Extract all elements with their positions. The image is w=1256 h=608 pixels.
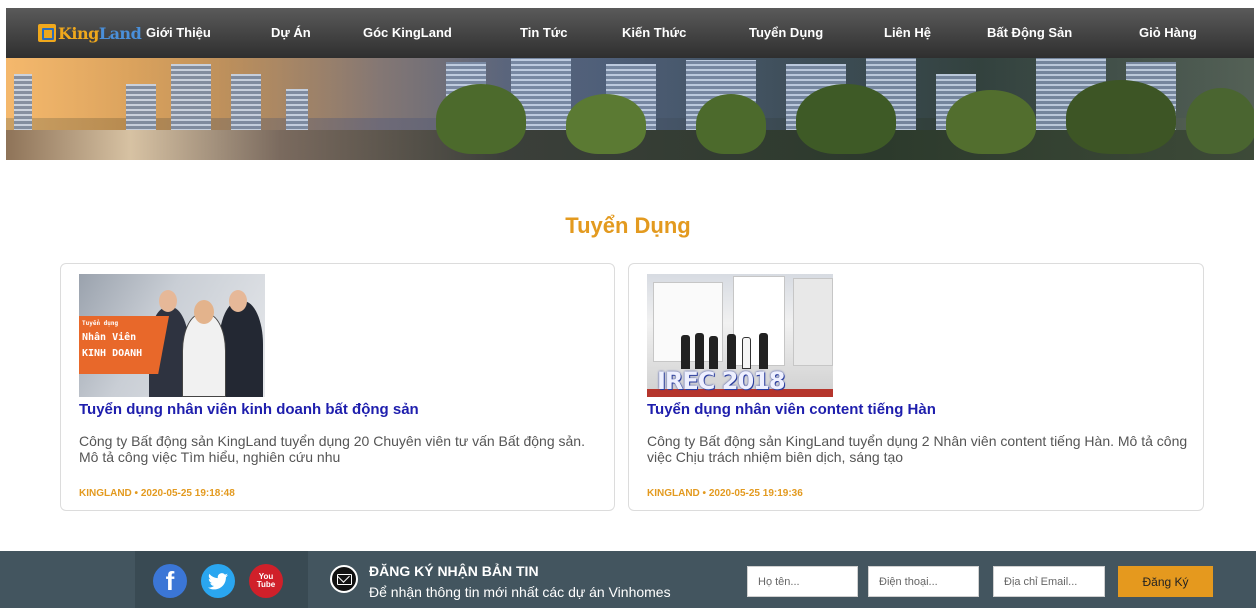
post-meta: KINGLAND • 2020-05-25 19:18:48 [79,488,235,499]
top-navigation: KingLand Giới Thiệu Dự Án Góc KingLand T… [6,8,1254,58]
banner-tree [696,94,766,154]
person-figure [742,337,751,369]
person-figure [681,335,690,369]
banner-building [14,74,32,134]
post-excerpt: Công ty Bất động sản KingLand tuyển dụng… [79,433,585,465]
post-card[interactable]: IREC 2018 Tuyển dụng nhân viên content t… [628,263,1204,511]
irec-sign: IREC 2018 [657,367,786,395]
nav-item-goc-kingland[interactable]: Góc KingLand [363,25,452,40]
person-figure [695,333,704,369]
facebook-icon[interactable]: f [153,564,187,598]
banner-tree [1186,88,1254,154]
nav-item-gio-hang[interactable]: Giỏ Hàng [1139,25,1197,40]
post-title-link[interactable]: Tuyển dụng nhân viên kinh doanh bất động… [79,401,419,418]
ribbon-line-3: KINH DOANH [82,348,143,359]
nav-item-bat-dong-san[interactable]: Bất Động Sản [987,25,1072,40]
youtube-label-line2: Tube [256,580,276,589]
person-head [229,290,247,312]
banner-tree [436,84,526,154]
person-figure [759,333,768,369]
person-figure [182,313,226,397]
logo-mark-icon [38,24,56,42]
nav-item-du-an[interactable]: Dự Án [271,25,311,40]
post-card[interactable]: Tuyển dụng Nhân Viên KINH DOANH Tuyển dụ… [60,263,615,511]
hero-banner [6,58,1254,160]
expo-panel [793,278,833,366]
nav-item-gioi-thieu[interactable]: Giới Thiệu [146,25,211,40]
subscribe-button[interactable]: Đăng Ký [1118,566,1213,597]
nav-item-lien-he[interactable]: Liên Hệ [884,25,931,40]
logo-text: KingLand [58,23,142,43]
post-thumbnail[interactable]: Tuyển dụng Nhân Viên KINH DOANH [79,274,265,397]
post-meta: KINGLAND • 2020-05-25 19:19:36 [647,488,803,499]
social-links: f You Tube [135,551,308,608]
banner-tree [1066,80,1176,154]
kingland-logo[interactable]: KingLand [38,21,142,45]
person-head [159,290,177,312]
logo-text-king: King [58,23,99,43]
name-input[interactable] [747,566,858,597]
banner-tree [566,94,646,154]
twitter-bird-icon [208,572,228,589]
logo-text-land: Land [98,23,142,43]
twitter-icon[interactable] [201,564,235,598]
person-figure [727,334,736,369]
newsletter-title: ĐĂNG KÝ NHẬN BẢN TIN [369,563,539,579]
nav-item-tuyen-dung[interactable]: Tuyển Dụng [749,25,823,40]
ribbon-line-2: Nhân Viên [82,332,137,343]
banner-building [231,74,261,134]
banner-tree [796,84,896,154]
nav-item-kien-thuc[interactable]: Kiến Thức [622,25,686,40]
phone-input[interactable] [868,566,979,597]
banner-tree [946,90,1036,154]
post-title-link[interactable]: Tuyển dụng nhân viên content tiếng Hàn [647,401,936,418]
post-excerpt: Công ty Bất động sản KingLand tuyển dụng… [647,433,1188,465]
post-thumbnail[interactable]: IREC 2018 [647,274,833,397]
person-head [194,300,214,324]
envelope-icon [330,565,358,593]
banner-building [286,89,308,134]
page-title: Tuyển Dụng [565,213,691,238]
banner-building [171,64,211,134]
person-figure [709,336,718,369]
nav-item-tin-tuc[interactable]: Tin Tức [520,25,567,40]
newsletter-subtitle: Để nhận thông tin mới nhất các dự án Vin… [369,584,671,600]
email-input[interactable] [993,566,1105,597]
youtube-icon[interactable]: You Tube [249,564,283,598]
banner-building [126,84,156,134]
ribbon-line-1: Tuyển dụng [82,320,119,327]
